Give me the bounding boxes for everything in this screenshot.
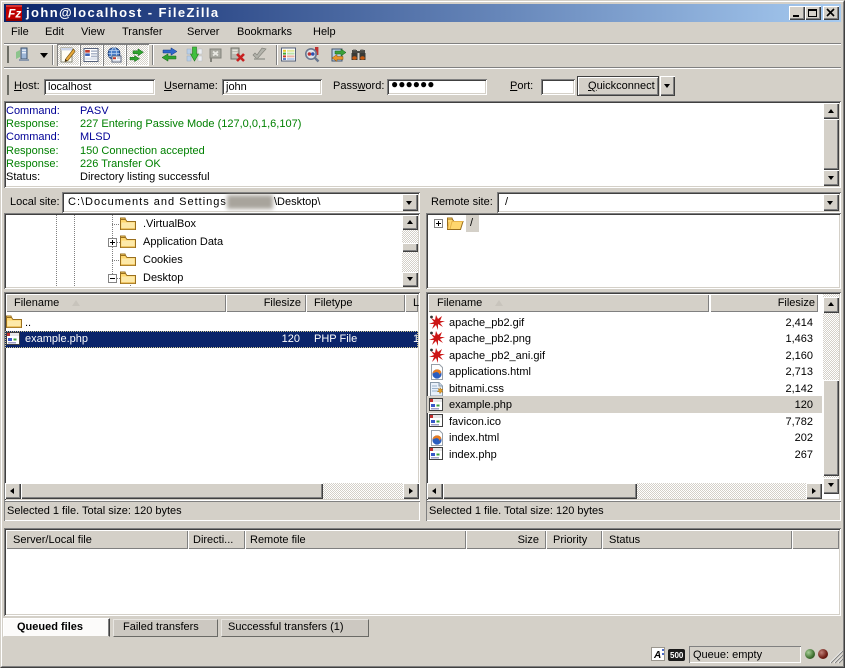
svg-text:Fz: Fz (8, 7, 21, 21)
